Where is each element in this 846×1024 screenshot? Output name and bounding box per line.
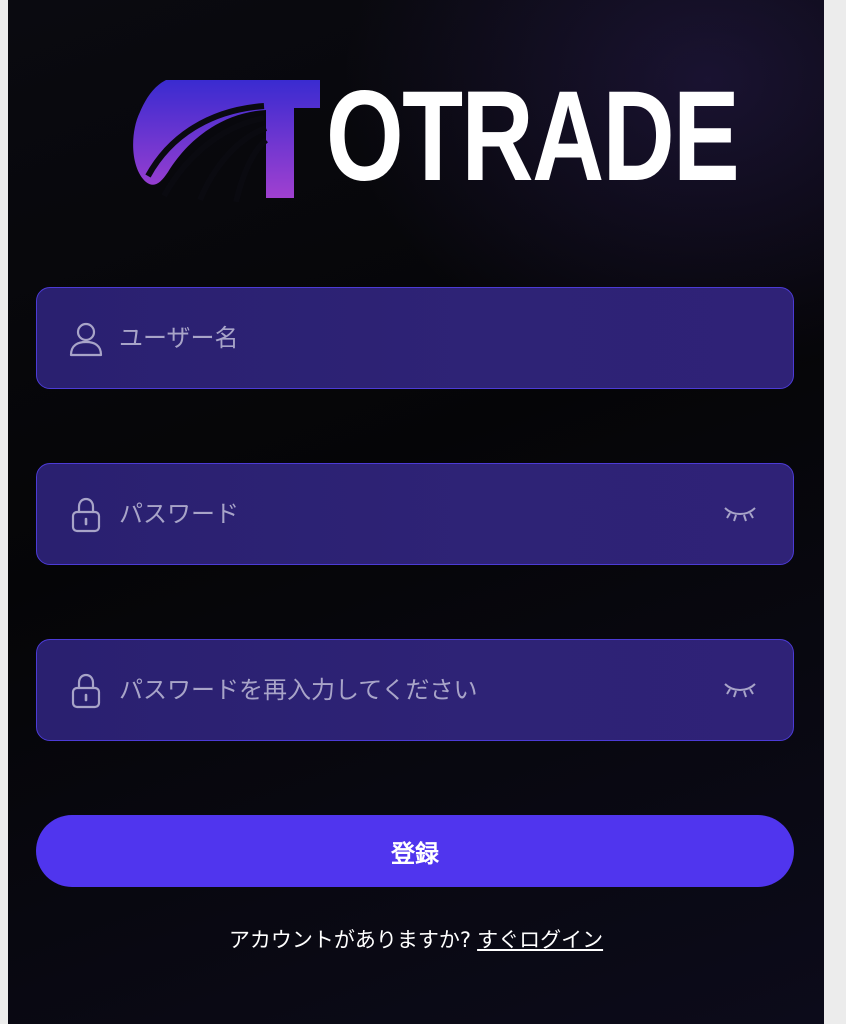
register-screen: OTRADE ユーザー名 登録 アカウントがありますか? すぐログイン bbox=[8, 0, 824, 1024]
login-link[interactable]: すぐログイン bbox=[477, 928, 603, 952]
password-field[interactable] bbox=[36, 463, 794, 565]
username-input[interactable] bbox=[119, 288, 679, 388]
logo-mark-icon bbox=[133, 80, 320, 202]
lock-icon bbox=[71, 673, 101, 709]
eye-closed-icon[interactable] bbox=[723, 680, 757, 700]
lock-icon bbox=[71, 497, 101, 533]
login-prompt: アカウントがありますか? すぐログイン bbox=[8, 924, 824, 954]
confirm-password-input[interactable] bbox=[119, 640, 679, 740]
username-field[interactable] bbox=[36, 287, 794, 389]
login-prompt-text: アカウントがありますか? bbox=[228, 928, 472, 952]
eye-closed-icon[interactable] bbox=[723, 504, 757, 524]
logo-text: OTRADE bbox=[326, 65, 740, 208]
brand-logo: OTRADE bbox=[130, 73, 740, 202]
user-icon bbox=[69, 322, 103, 357]
password-input[interactable] bbox=[119, 464, 679, 564]
confirm-password-field[interactable] bbox=[36, 639, 794, 741]
register-button[interactable]: 登録 bbox=[36, 815, 794, 887]
